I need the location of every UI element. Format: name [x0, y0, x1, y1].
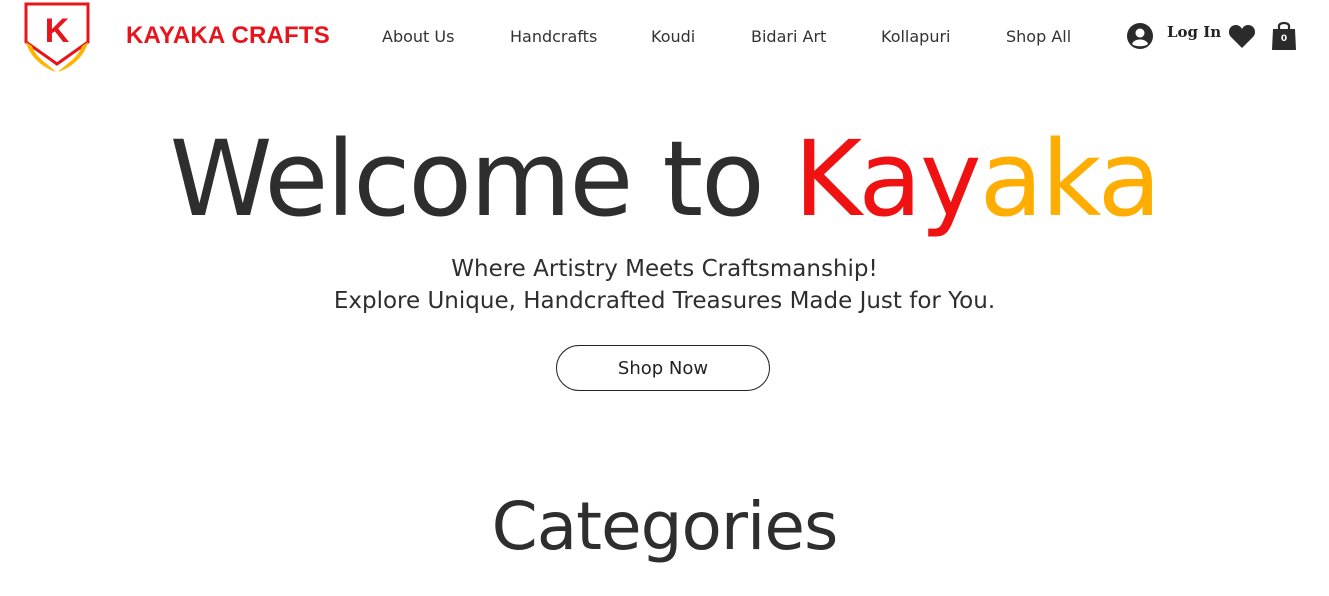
user-circle-icon[interactable]: [1126, 22, 1154, 50]
nav-koudi[interactable]: Koudi: [651, 27, 695, 46]
hero-title-kay: Kay: [793, 118, 982, 240]
heart-icon[interactable]: [1228, 23, 1256, 49]
site-header: K KAYAKA CRAFTS About Us Handcrafts Koud…: [0, 0, 1329, 80]
hero-title-welcome: Welcome to: [169, 118, 794, 240]
categories-heading: Categories: [491, 488, 839, 565]
nav-bidari-art[interactable]: Bidari Art: [751, 27, 826, 46]
nav-handcrafts[interactable]: Handcrafts: [510, 27, 597, 46]
nav-kollapuri[interactable]: Kollapuri: [881, 27, 951, 46]
login-link[interactable]: Log In: [1167, 23, 1221, 41]
shop-now-button[interactable]: Shop Now: [556, 345, 770, 391]
hero-tagline-1: Where Artistry Meets Craftsmanship!: [451, 256, 878, 282]
hero-tagline-2: Explore Unique, Handcrafted Treasures Ma…: [333, 288, 996, 314]
hero-title-aka: aka: [979, 118, 1162, 240]
hero-title: Welcome to Kayaka: [0, 118, 1329, 240]
svg-text:K: K: [45, 12, 70, 50]
cart-count-badge: 0: [1280, 34, 1288, 44]
nav-shop-all[interactable]: Shop All: [1006, 27, 1071, 46]
kayaka-logo[interactable]: K: [22, 2, 92, 74]
brand-name[interactable]: KAYAKA CRAFTS: [126, 22, 330, 50]
nav-about-us[interactable]: About Us: [382, 27, 454, 46]
